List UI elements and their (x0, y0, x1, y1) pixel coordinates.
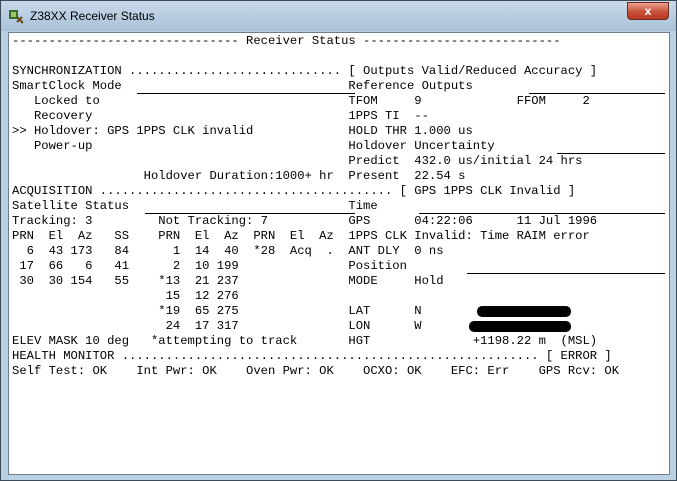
sat-row-2: 17 66 6 41 2 10 199 Position (12, 259, 407, 273)
window-title: Z38XX Receiver Status (30, 9, 155, 23)
uncertainty-underline (557, 153, 665, 154)
title-bar[interactable]: Z38XX Receiver Status x (1, 1, 676, 31)
time-underline (419, 213, 665, 214)
predict-line: Predict 432.0 us/initial 24 hrs (12, 154, 583, 168)
satellite-dish-icon (9, 10, 24, 24)
lat-redaction (477, 306, 571, 317)
health-monitor-line: HEALTH MONITOR .........................… (12, 349, 612, 363)
self-test-line: Self Test: OK Int Pwr: OK Oven Pwr: OK O… (12, 364, 620, 378)
prn-header-line: PRN El Az SS PRN El Az PRN El Az 1PPS CL… (12, 229, 590, 243)
reference-underline (529, 93, 665, 94)
sat-row-6-lon: 24 17 317 LON W (12, 319, 422, 333)
receiver-status-window: Z38XX Receiver Status x ----------------… (0, 0, 677, 481)
holdover-line: >> Holdover: GPS 1PPS CLK invalid HOLD T… (12, 124, 473, 138)
satellite-underline (145, 213, 355, 214)
locked-line: Locked to TFOM 9 FFOM 2 (12, 94, 590, 108)
close-icon: x (644, 4, 652, 18)
sat-row-5-lat: *19 65 275 LAT N (12, 304, 422, 318)
tracking-line: Tracking: 3 Not Tracking: 7 GPS 04:22:06… (12, 214, 598, 228)
recovery-line: Recovery 1PPS TI -- (12, 109, 429, 123)
smartclock-line: SmartClock Mode Reference Outputs (12, 79, 473, 93)
position-underline (467, 273, 665, 274)
sat-row-3: 30 30 154 55 *13 21 237 MODE Hold (12, 274, 444, 288)
powerup-line: Power-up Holdover Uncertainty (12, 139, 495, 153)
close-button[interactable]: x (627, 2, 669, 20)
acquisition-line: ACQUISITION ............................… (12, 184, 576, 198)
holdover-duration-line: Holdover Duration:1000+ hr Present 22.54… (12, 169, 466, 183)
elev-mask-line: ELEV MASK 10 deg *attempting to track HG… (12, 334, 598, 348)
header-line: ------------------------------- Receiver… (12, 34, 561, 48)
status-screen: ------------------------------- Receiver… (8, 32, 670, 475)
satellite-status-line: Satellite Status Time (12, 199, 378, 213)
sat-row-4: 15 12 276 (12, 289, 239, 303)
sat-row-1: 6 43 173 84 1 14 40 *28 Acq . ANT DLY 0 … (12, 244, 444, 258)
lon-redaction (469, 321, 571, 332)
smartclock-underline (137, 93, 355, 94)
sync-line: SYNCHRONIZATION ........................… (12, 64, 598, 78)
